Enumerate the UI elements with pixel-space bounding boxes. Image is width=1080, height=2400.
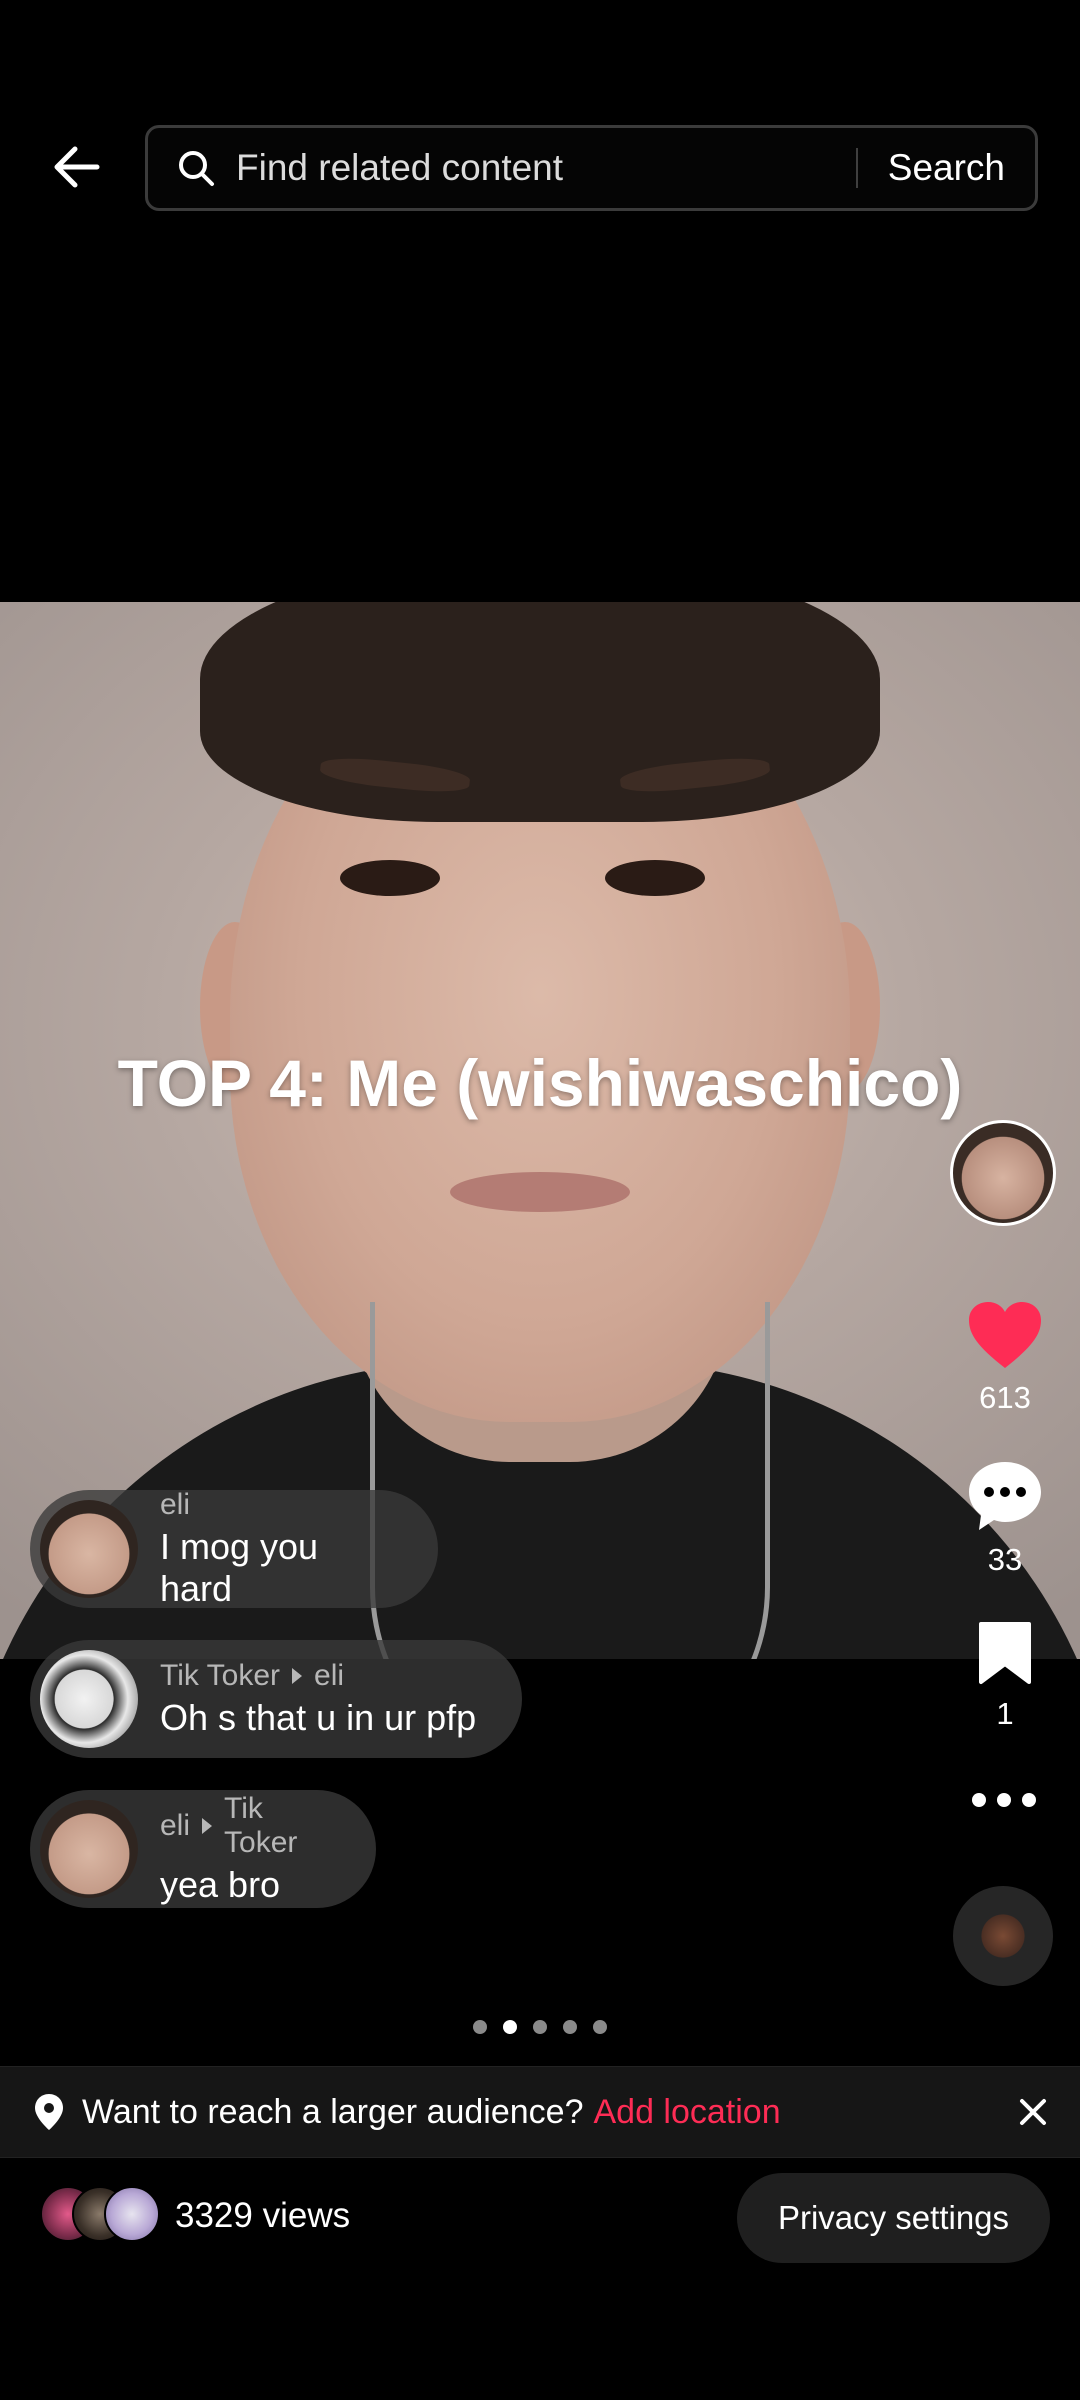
search-button[interactable]: Search <box>858 147 1035 189</box>
author-name: Tik Toker <box>160 1659 281 1692</box>
comment-count: 33 <box>987 1542 1023 1577</box>
creator-avatar[interactable] <box>950 1120 1056 1226</box>
back-arrow-icon <box>54 146 100 188</box>
more-dots-icon <box>997 1793 1011 1807</box>
search-bar: Search <box>145 125 1038 211</box>
location-pin-icon <box>35 2094 63 2130</box>
page-dot <box>593 2020 607 2034</box>
bookmark-icon <box>979 1622 1031 1684</box>
author-name: eli <box>160 1809 191 1842</box>
back-button[interactable] <box>40 130 114 204</box>
search-input[interactable] <box>236 147 856 189</box>
more-options-button[interactable] <box>972 1780 1036 1820</box>
commenter-avatar <box>40 1650 138 1748</box>
location-prompt-text: Want to reach a larger audience? <box>82 2092 584 2131</box>
comment-button[interactable]: 33 <box>940 1460 1070 1578</box>
reply-arrow-icon <box>292 1668 303 1684</box>
save-button[interactable]: 1 <box>940 1620 1070 1732</box>
photo-hair <box>200 602 880 822</box>
photo-mouth <box>450 1172 630 1212</box>
like-count: 613 <box>979 1380 1031 1415</box>
save-count: 1 <box>996 1696 1014 1731</box>
comment-text: Oh s that u in ur pfp <box>160 1697 477 1738</box>
reply-arrow-icon <box>202 1818 213 1834</box>
comment-text: yea bro <box>160 1864 281 1905</box>
commenter-avatar <box>40 1500 138 1598</box>
comment-author: eli Tik Toker <box>160 1792 336 1860</box>
viewer-avatars[interactable] <box>40 2186 160 2246</box>
close-icon[interactable] <box>1012 2091 1054 2133</box>
page-dot <box>563 2020 577 2034</box>
heart-icon <box>969 1302 1041 1368</box>
photo-eye <box>605 860 705 896</box>
more-dots-icon <box>972 1793 986 1807</box>
privacy-settings-button[interactable]: Privacy settings <box>737 2173 1050 2263</box>
commenter-avatar <box>40 1800 138 1898</box>
comment-author: eli <box>160 1488 398 1522</box>
photo-eye <box>340 860 440 896</box>
comment-bubble[interactable]: eli I mog you hard <box>30 1488 438 1609</box>
author-name: eli <box>160 1488 191 1521</box>
page-dot <box>533 2020 547 2034</box>
location-banner: Want to reach a larger audience? Add loc… <box>0 2066 1080 2158</box>
reply-to-name: Tik Toker <box>224 1792 298 1859</box>
page-dot <box>473 2020 487 2034</box>
reply-to-name: eli <box>314 1659 345 1692</box>
add-location-link[interactable]: Add location <box>593 2093 780 2132</box>
page-dot-active <box>503 2020 517 2034</box>
like-button[interactable]: 613 <box>940 1300 1070 1416</box>
search-icon <box>179 151 214 186</box>
comment-bubble[interactable]: eli Tik Toker yea bro <box>30 1790 376 1908</box>
comment-bubble[interactable]: Tik Toker eli Oh s that u in ur pfp <box>30 1640 522 1758</box>
viewer-avatar <box>104 2186 160 2242</box>
video-overlay-title: TOP 4: Me (wishiwaschico) <box>117 1046 963 1120</box>
comment-icon <box>969 1462 1041 1530</box>
page-indicator <box>0 2020 1080 2034</box>
music-disc[interactable] <box>953 1886 1053 1986</box>
view-count: 3329 views <box>175 2196 351 2235</box>
more-dots-icon <box>1022 1793 1036 1807</box>
comment-author: Tik Toker eli <box>160 1659 476 1693</box>
comment-text: I mog you hard <box>160 1526 319 1609</box>
